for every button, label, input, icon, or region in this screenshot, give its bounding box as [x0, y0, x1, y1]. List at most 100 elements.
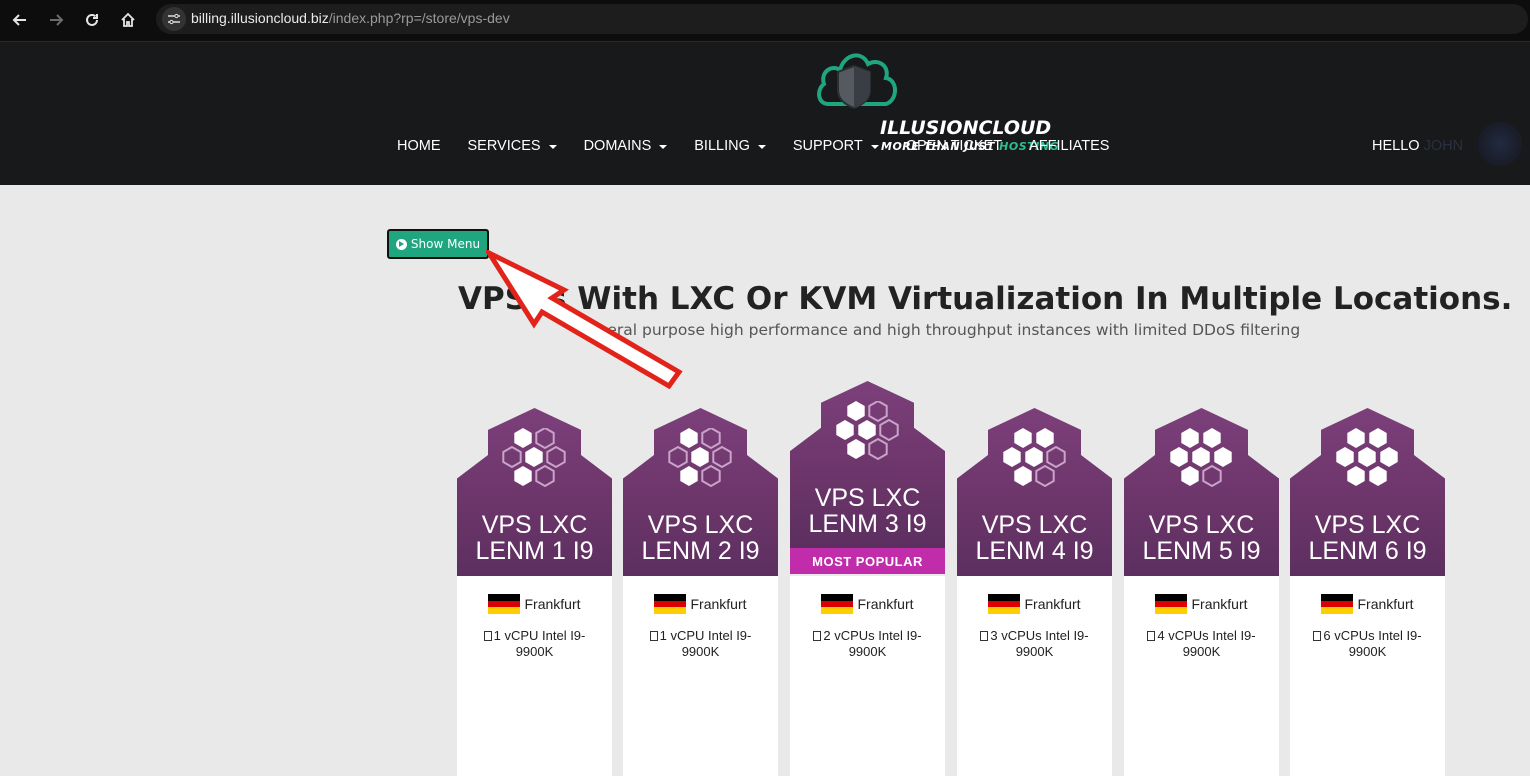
product-name: VPS LXC LENM 3 I9 [790, 485, 945, 537]
cpu-spec-line2: 9900K [681, 644, 720, 659]
product-location: Frankfurt [1290, 594, 1445, 615]
nav-item-affiliates[interactable]: AFFILIATES [1029, 138, 1109, 154]
nav-item-home[interactable]: HOME [397, 138, 441, 154]
avatar[interactable] [1478, 122, 1522, 166]
caret-down-icon [870, 145, 879, 149]
cpu-spec-line1: 2 vCPUs Intel I9- [823, 628, 922, 643]
product-name-line2: LENM 5 I9 [1142, 537, 1261, 565]
product-name-line2: LENM 3 I9 [808, 510, 927, 538]
nav-item-billing[interactable]: BILLING [694, 138, 766, 154]
product-header: VPS LXC LENM 6 I9 [1290, 408, 1445, 576]
cpu-chip-icon [483, 631, 492, 641]
cpu-spec: 2 vCPUs Intel I9- 9900K [790, 628, 945, 660]
caret-down-icon [659, 145, 668, 149]
nav-item-support[interactable]: SUPPORT [793, 138, 879, 154]
cpu-spec-line1: 1 vCPU Intel I9- [659, 628, 752, 643]
cpu-spec: 1 vCPU Intel I9- 9900K [623, 628, 778, 660]
cpu-spec-line1: 6 vCPUs Intel I9- [1323, 628, 1422, 643]
product-name: VPS LXC LENM 4 I9 [957, 512, 1112, 564]
germany-flag-icon [988, 594, 1021, 615]
product-location: Frankfurt [957, 594, 1112, 615]
nav-item-services[interactable]: SERVICES [468, 138, 557, 154]
cpu-spec-line1: 1 vCPU Intel I9- [493, 628, 586, 643]
main-navigation: HOME SERVICES DOMAINS BILLING SUPPORT OP… [397, 138, 1136, 154]
location-label: Frankfurt [857, 596, 914, 612]
site-settings-icon[interactable] [162, 7, 186, 31]
show-menu-button[interactable]: Show Menu [387, 229, 489, 259]
hexagon-cluster-icon [502, 428, 566, 488]
product-location: Frankfurt [457, 594, 612, 615]
location-label: Frankfurt [1191, 596, 1248, 612]
germany-flag-icon [1321, 594, 1354, 615]
product-name-line1: VPS LXC [1314, 511, 1421, 539]
caret-down-icon [548, 145, 557, 149]
cpu-spec-line2: 9900K [848, 644, 887, 659]
product-name-line1: VPS LXC [647, 511, 754, 539]
back-arrow-icon[interactable] [8, 8, 32, 32]
reload-icon[interactable] [80, 8, 104, 32]
germany-flag-icon [821, 594, 854, 615]
cpu-spec-line1: 4 vCPUs Intel I9- [1157, 628, 1256, 643]
cpu-spec-line2: 9900K [1015, 644, 1054, 659]
product-header: VPS LXC LENM 4 I9 [957, 408, 1112, 576]
germany-flag-icon [488, 594, 521, 615]
product-name: VPS LXC LENM 2 I9 [623, 512, 778, 564]
product-name: VPS LXC LENM 1 I9 [457, 512, 612, 564]
cloud-shield-logo-icon[interactable] [814, 42, 1064, 112]
cpu-spec: 1 vCPU Intel I9- 9900K [457, 628, 612, 660]
brand-name: ILLUSIONCLOUD [880, 117, 1052, 139]
url-text: billing.illusioncloud.biz/index.php?rp=/… [191, 10, 510, 26]
account-menu[interactable]: HELLO JOHN [1372, 138, 1463, 154]
product-name-line2: LENM 4 I9 [975, 537, 1094, 565]
location-label: Frankfurt [1024, 596, 1081, 612]
cpu-spec: 4 vCPUs Intel I9- 9900K [1124, 628, 1279, 660]
hexagon-cluster-icon [1336, 428, 1398, 486]
cpu-spec-line2: 9900K [515, 644, 554, 659]
product-name-line2: LENM 2 I9 [641, 537, 760, 565]
product-name-line1: VPS LXC [1148, 511, 1255, 539]
product-features: Frankfurt 6 vCPUs Intel I9- 9900K [1290, 576, 1445, 776]
cpu-chip-icon [1313, 631, 1322, 641]
product-name: VPS LXC LENM 6 I9 [1290, 512, 1445, 564]
product-header: VPS LXC LENM 5 I9 [1124, 408, 1279, 576]
product-name: VPS LXC LENM 5 I9 [1124, 512, 1279, 564]
product-features: Frankfurt 4 vCPUs Intel I9- 9900K [1124, 576, 1279, 776]
forward-arrow-icon[interactable] [44, 8, 68, 32]
location-label: Frankfurt [690, 596, 747, 612]
annotation-arrow-icon [486, 250, 683, 390]
cpu-spec-line2: 9900K [1182, 644, 1221, 659]
cpu-spec-line1: 3 vCPUs Intel I9- [990, 628, 1089, 643]
product-features: Frankfurt 3 vCPUs Intel I9- 9900K [957, 576, 1112, 776]
nav-item-domains[interactable]: DOMAINS [584, 138, 668, 154]
address-bar[interactable]: billing.illusioncloud.biz/index.php?rp=/… [156, 4, 1528, 34]
product-name-line1: VPS LXC [981, 511, 1088, 539]
caret-down-icon [757, 145, 766, 149]
nav-item-open-ticket[interactable]: OPEN TICKET [906, 138, 1002, 154]
product-location: Frankfurt [623, 594, 778, 615]
cpu-spec-line2: 9900K [1348, 644, 1387, 659]
cpu-chip-icon [980, 631, 989, 641]
product-features: Frankfurt 2 vCPUs Intel I9- 9900K [790, 576, 945, 776]
product-location: Frankfurt [1124, 594, 1279, 615]
germany-flag-icon [654, 594, 687, 615]
cpu-spec: 6 vCPUs Intel I9- 9900K [1290, 628, 1445, 660]
product-name-line2: LENM 6 I9 [1308, 537, 1427, 565]
product-features: Frankfurt 1 vCPU Intel I9- 9900K [457, 576, 612, 776]
cpu-chip-icon [649, 631, 658, 641]
browser-toolbar: billing.illusioncloud.biz/index.php?rp=/… [0, 0, 1530, 42]
product-features: Frankfurt 1 vCPU Intel I9- 9900K [623, 576, 778, 776]
product-name-line1: VPS LXC [814, 484, 921, 512]
location-label: Frankfurt [1357, 596, 1414, 612]
arrow-circle-right-icon [395, 238, 407, 250]
product-name-line1: VPS LXC [481, 511, 588, 539]
hexagon-cluster-icon [1170, 428, 1232, 488]
home-icon[interactable] [116, 8, 140, 32]
product-location: Frankfurt [790, 594, 945, 615]
site-header: ILLUSIONCLOUD MORE THAN JUST HOSTING [0, 42, 1530, 185]
cpu-spec: 3 vCPUs Intel I9- 9900K [957, 628, 1112, 660]
product-header: VPS LXC LENM 1 I9 [457, 408, 612, 576]
hexagon-cluster-icon [1003, 428, 1066, 488]
hexagon-cluster-icon [668, 428, 732, 488]
hexagon-cluster-icon [836, 401, 899, 461]
product-header: VPS LXC LENM 3 I9 [790, 381, 945, 548]
